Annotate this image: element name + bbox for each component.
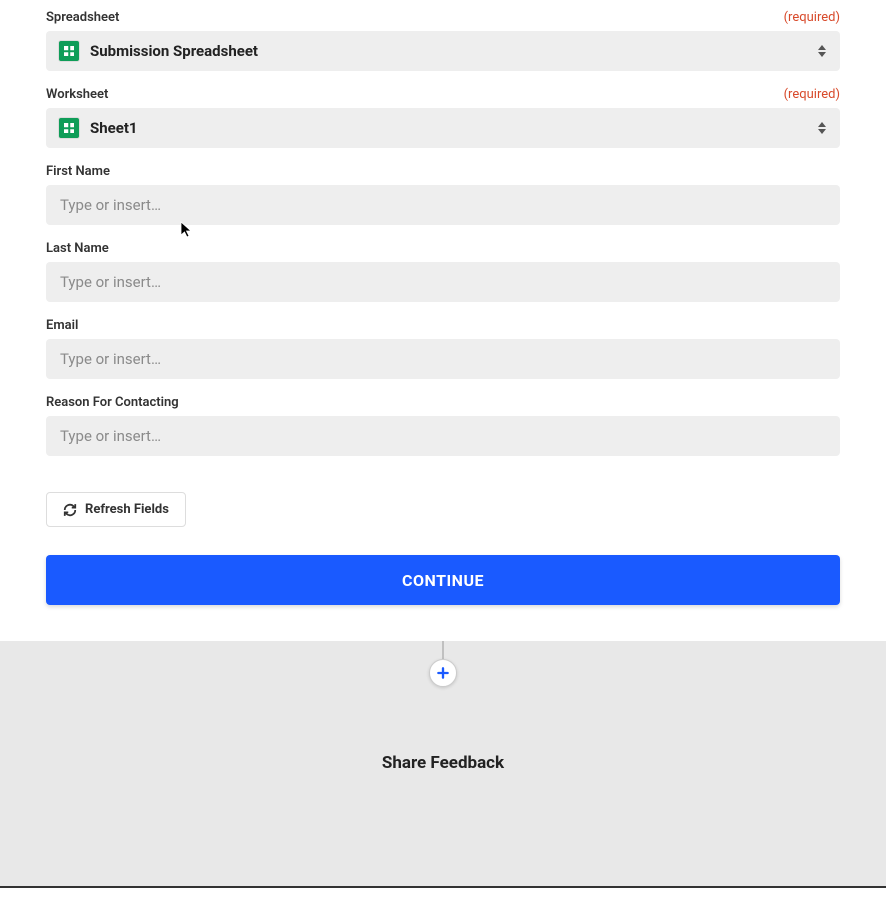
bottom-section: Share Feedback — [0, 641, 886, 888]
continue-label: CONTINUE — [402, 571, 484, 590]
required-tag: (required) — [784, 87, 840, 102]
refresh-fields-label: Refresh Fields — [85, 502, 169, 517]
first-name-input[interactable] — [46, 185, 840, 225]
label-row: Email — [46, 318, 840, 333]
last-name-input[interactable] — [46, 262, 840, 302]
sort-icon — [818, 122, 826, 134]
first-name-label: First Name — [46, 164, 110, 179]
worksheet-dropdown[interactable]: Sheet1 — [46, 108, 840, 148]
worksheet-value: Sheet1 — [90, 119, 828, 137]
worksheet-field-group: Worksheet (required) Sheet1 — [46, 87, 840, 148]
reason-input[interactable] — [46, 416, 840, 456]
spreadsheet-dropdown[interactable]: Submission Spreadsheet — [46, 31, 840, 71]
form-container: Spreadsheet (required) Submission Spread… — [0, 0, 886, 641]
label-row: Spreadsheet (required) — [46, 10, 840, 25]
last-name-label: Last Name — [46, 241, 109, 256]
spreadsheet-label: Spreadsheet — [46, 10, 119, 25]
refresh-fields-button[interactable]: Refresh Fields — [46, 492, 186, 527]
worksheet-label: Worksheet — [46, 87, 108, 102]
label-row: Last Name — [46, 241, 840, 256]
continue-button[interactable]: CONTINUE — [46, 555, 840, 605]
share-feedback-heading: Share Feedback — [0, 753, 886, 773]
sort-icon — [818, 45, 826, 57]
connector-line — [443, 641, 444, 659]
email-field-group: Email — [46, 318, 840, 379]
spreadsheet-field-group: Spreadsheet (required) Submission Spread… — [46, 10, 840, 71]
email-label: Email — [46, 318, 78, 333]
google-sheets-icon — [58, 117, 80, 139]
plus-icon — [436, 666, 450, 680]
label-row: Worksheet (required) — [46, 87, 840, 102]
refresh-icon — [63, 503, 77, 517]
label-row: Reason For Contacting — [46, 395, 840, 410]
reason-label: Reason For Contacting — [46, 395, 179, 410]
reason-field-group: Reason For Contacting — [46, 395, 840, 456]
label-row: First Name — [46, 164, 840, 179]
spreadsheet-value: Submission Spreadsheet — [90, 42, 828, 60]
last-name-field-group: Last Name — [46, 241, 840, 302]
first-name-field-group: First Name — [46, 164, 840, 225]
email-input[interactable] — [46, 339, 840, 379]
required-tag: (required) — [784, 10, 840, 25]
google-sheets-icon — [58, 40, 80, 62]
add-step-button[interactable] — [429, 659, 457, 687]
